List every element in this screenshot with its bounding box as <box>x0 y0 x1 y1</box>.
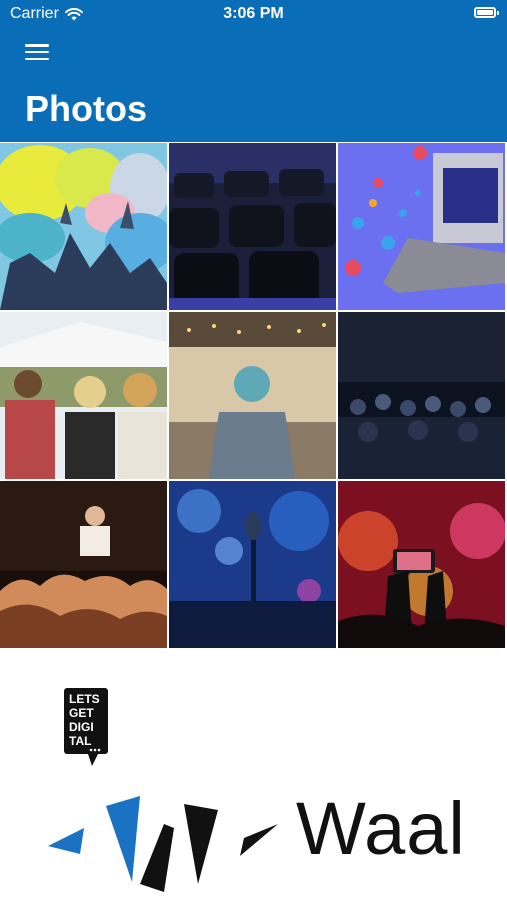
status-time: 3:06 PM <box>223 5 284 22</box>
photo-live-reactions[interactable] <box>338 143 505 310</box>
photo-crowd-surfer[interactable] <box>0 481 167 648</box>
footer-logos: LETS GET DIGI TAL Waal <box>0 660 507 900</box>
photo-dark-audience[interactable] <box>338 312 505 479</box>
photo-grid <box>0 143 507 648</box>
photo-festival-audience[interactable] <box>0 312 167 479</box>
status-bar: Carrier 3:06 PM <box>0 0 507 30</box>
waal-logo-mark <box>48 796 278 892</box>
battery-icon <box>474 7 499 18</box>
svg-text:DIGI: DIGI <box>69 720 94 734</box>
page-title: Photos <box>25 88 147 129</box>
app-header: Carrier 3:06 PM Photos <box>0 0 507 142</box>
svg-text:LETS: LETS <box>69 692 100 706</box>
svg-text:GET: GET <box>69 706 94 720</box>
photo-stage-microphone[interactable] <box>169 481 336 648</box>
lets-get-digital-logo: LETS GET DIGI TAL <box>64 688 108 766</box>
photo-holi-festival[interactable] <box>0 143 167 310</box>
svg-text:TAL: TAL <box>69 734 91 748</box>
waal-brand-name: Waal <box>296 787 466 870</box>
photo-phone-filming-concert[interactable] <box>338 481 505 648</box>
photo-auditorium-chairs[interactable] <box>169 143 336 310</box>
hamburger-menu-icon[interactable] <box>25 42 49 62</box>
photo-conference-speaker[interactable] <box>169 312 336 479</box>
